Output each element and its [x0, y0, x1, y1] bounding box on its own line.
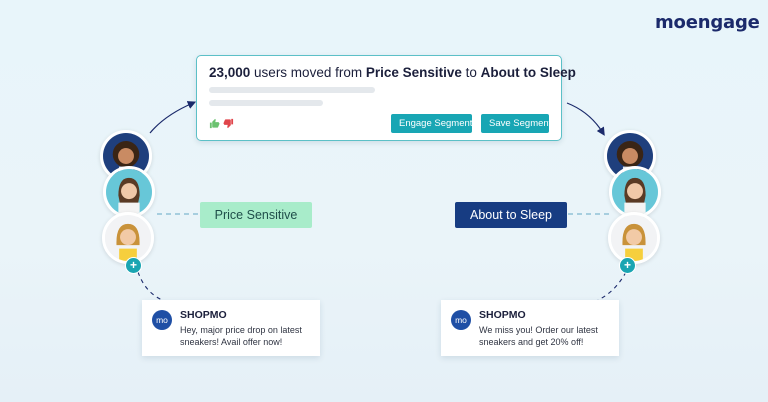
segment-tag-price-sensitive[interactable]: Price Sensitive [200, 202, 312, 228]
placeholder-line [209, 100, 323, 106]
add-user-icon[interactable]: + [619, 257, 636, 274]
push-notification[interactable]: mo SHOPMO Hey, major price drop on lates… [142, 300, 320, 356]
placeholder-line [209, 87, 375, 93]
insight-text: users moved from [250, 65, 366, 80]
notification-brand: SHOPMO [180, 309, 227, 321]
segment-tag-about-to-sleep[interactable]: About to Sleep [455, 202, 567, 228]
user-avatar [102, 212, 154, 264]
notification-brand: SHOPMO [479, 309, 526, 321]
moengage-logo: moengage [655, 12, 760, 33]
engage-segment-button[interactable]: Engage Segment [391, 114, 472, 133]
thumbs-down-icon[interactable] [223, 118, 234, 132]
user-avatar [608, 212, 660, 264]
user-avatar [609, 166, 661, 218]
app-logo-icon: mo [152, 310, 172, 330]
to-segment-name: About to Sleep [480, 65, 576, 80]
right-arc [566, 102, 605, 136]
user-avatar [103, 166, 155, 218]
thumbs-up-icon[interactable] [209, 118, 220, 132]
app-logo-icon: mo [451, 310, 471, 330]
save-segment-button[interactable]: Save Segment [481, 114, 551, 133]
user-count: 23,000 [209, 65, 251, 80]
notification-message: We miss you! Order our latest sneakers a… [479, 325, 598, 347]
insight-connector: to [461, 65, 481, 80]
push-notification[interactable]: mo SHOPMO We miss you! Order our latest … [441, 300, 619, 356]
insight-headline: 23,000 users moved from Price Sensitive … [209, 65, 576, 80]
from-segment-name: Price Sensitive [365, 65, 462, 80]
segment-insight-card: 23,000 users moved from Price Sensitive … [196, 55, 576, 141]
notification-message: Hey, major price drop on latest sneakers… [180, 325, 302, 347]
left-arc [149, 101, 197, 134]
add-user-icon[interactable]: + [125, 257, 142, 274]
